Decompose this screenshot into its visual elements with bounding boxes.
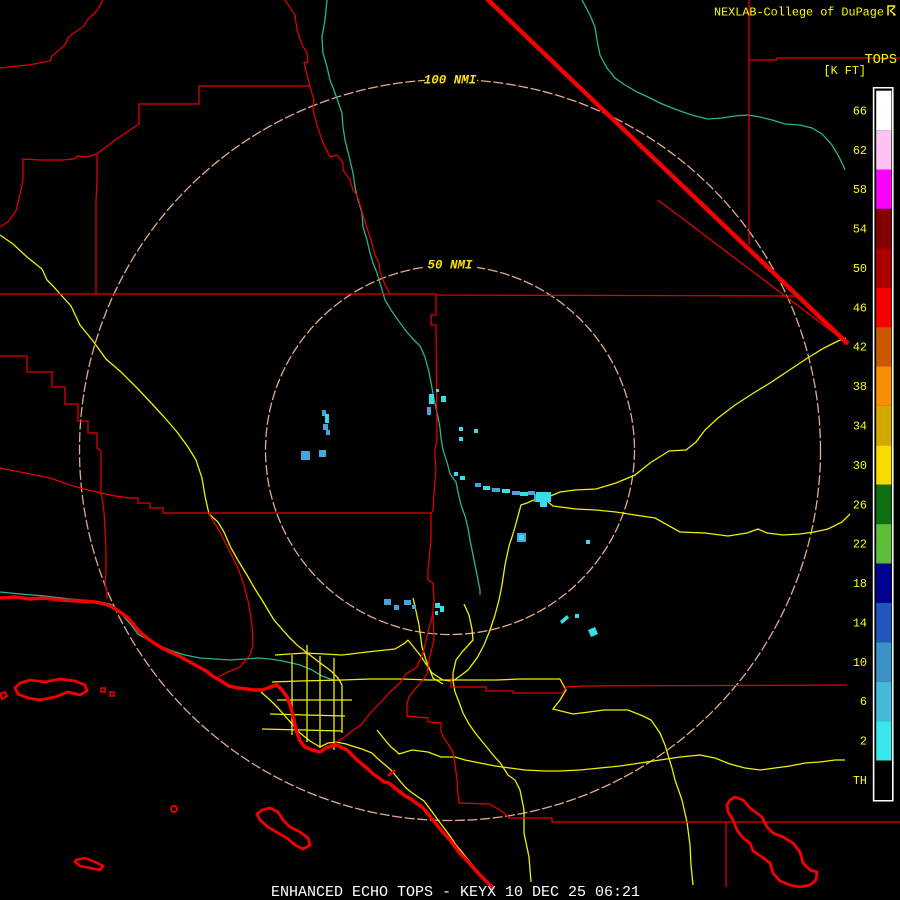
svg-text:2: 2 <box>860 735 867 749</box>
svg-text:58: 58 <box>853 183 867 197</box>
svg-text:18: 18 <box>853 577 867 591</box>
svg-text:50: 50 <box>853 262 867 276</box>
svg-text:TOPS: TOPS <box>865 53 897 68</box>
svg-text:34: 34 <box>853 420 867 434</box>
svg-text:TH: TH <box>853 774 867 788</box>
svg-text:54: 54 <box>853 223 867 237</box>
svg-text:[K FT]: [K FT] <box>824 64 866 78</box>
svg-text:22: 22 <box>853 538 867 552</box>
svg-text:30: 30 <box>853 459 867 473</box>
svg-text:26: 26 <box>853 498 867 512</box>
svg-text:ENHANCED ECHO TOPS - KEYX 10 D: ENHANCED ECHO TOPS - KEYX 10 DEC 25 06:2… <box>271 884 640 900</box>
svg-text:6: 6 <box>860 695 867 709</box>
svg-text:100 NMI: 100 NMI <box>424 74 477 88</box>
svg-text:62: 62 <box>853 144 867 158</box>
svg-text:50 NMI: 50 NMI <box>427 259 473 273</box>
svg-text:42: 42 <box>853 341 867 355</box>
svg-text:NEXLAB-College of DuPage: NEXLAB-College of DuPage <box>714 6 884 20</box>
svg-text:14: 14 <box>853 616 867 630</box>
svg-text:10: 10 <box>853 656 867 670</box>
svg-text:38: 38 <box>853 380 867 394</box>
svg-text:46: 46 <box>853 301 867 315</box>
svg-text:66: 66 <box>853 104 867 118</box>
